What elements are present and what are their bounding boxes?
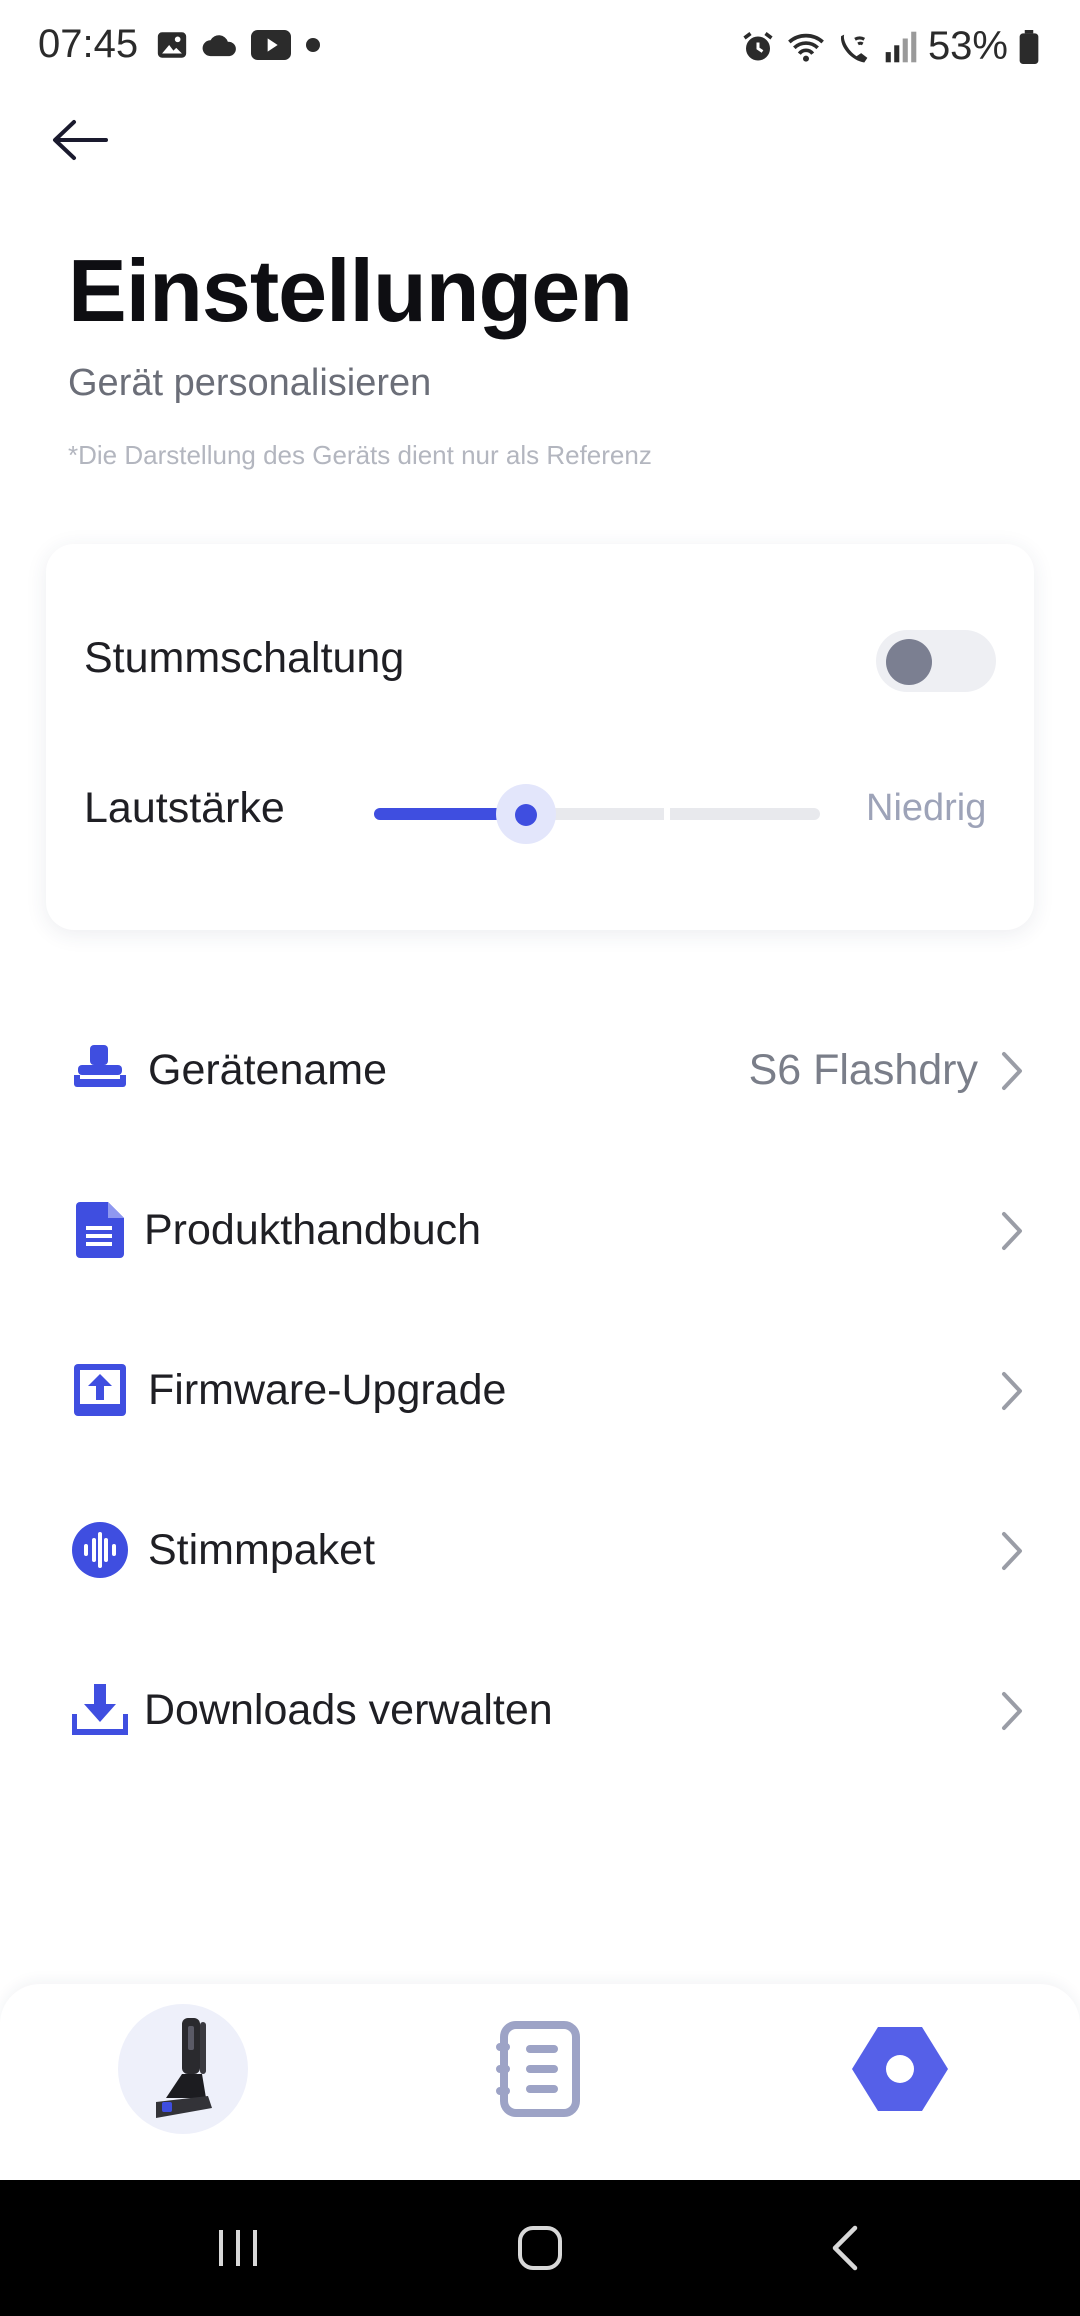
wifi-icon [788, 33, 824, 62]
system-nav-bar [0, 2180, 1080, 2316]
page-subtitle: Gerät personalisieren [68, 362, 432, 404]
vacuum-device-icon [156, 2018, 212, 2118]
mute-toggle[interactable] [876, 630, 996, 692]
nav-settings[interactable] [835, 2004, 965, 2134]
settings-menu: Gerätename S6 Flashdry Produkthandbuch F… [0, 990, 1080, 1790]
bottom-nav [0, 1984, 1080, 2180]
battery-icon [1019, 29, 1039, 64]
slider-step-divider [664, 806, 670, 822]
nav-device[interactable] [118, 2004, 248, 2134]
volume-slider[interactable] [374, 784, 820, 844]
back-button[interactable] [40, 100, 120, 180]
sound-settings-card: Stummschaltung Lautstärke Niedrig [46, 544, 1034, 930]
youtube-icon [251, 30, 291, 60]
page-title: Einstellungen [68, 241, 633, 340]
vacuum-device-icon [74, 1045, 126, 1087]
status-time: 07:45 [38, 22, 139, 66]
menu-item-manage-downloads[interactable]: Downloads verwalten [0, 1630, 1080, 1790]
volume-label: Lautstärke [84, 784, 285, 832]
toggle-knob [886, 639, 932, 685]
chevron-right-icon [1002, 1212, 1022, 1250]
chevron-right-icon [1002, 1692, 1022, 1730]
notebook-icon [496, 2021, 580, 2117]
document-icon [76, 1202, 124, 1258]
signal-icon [885, 31, 917, 62]
image-icon [157, 32, 187, 58]
upload-icon [74, 1364, 126, 1416]
menu-label: Stimmpaket [148, 1526, 376, 1574]
wifi-calling-icon [840, 34, 868, 62]
menu-item-firmware-upgrade[interactable]: Firmware-Upgrade [0, 1310, 1080, 1470]
mute-label: Stummschaltung [84, 634, 405, 682]
chevron-right-icon [1002, 1372, 1022, 1410]
nav-tasks[interactable] [475, 2004, 605, 2134]
chevron-right-icon [1002, 1532, 1022, 1570]
menu-label: Produkthandbuch [144, 1206, 482, 1254]
status-bar: 07:45 53% [0, 0, 1080, 96]
settings-hexagon-icon [852, 2027, 948, 2111]
home-icon [518, 2226, 562, 2270]
menu-label: Downloads verwalten [144, 1686, 553, 1734]
status-left-icons [155, 28, 323, 62]
menu-item-voice-pack[interactable]: Stimmpaket [0, 1470, 1080, 1630]
volume-value: Niedrig [866, 787, 987, 829]
arrow-left-icon [53, 120, 108, 160]
menu-label: Firmware-Upgrade [148, 1366, 507, 1414]
menu-item-product-manual[interactable]: Produkthandbuch [0, 1150, 1080, 1310]
home-button[interactable] [495, 2210, 585, 2286]
system-back-button[interactable] [800, 2210, 890, 2286]
download-icon [72, 1684, 128, 1735]
dot-icon [306, 38, 320, 52]
slider-thumb[interactable] [515, 804, 537, 826]
status-right-icons: 53% [740, 24, 1040, 69]
reference-note: *Die Darstellung des Geräts dient nur al… [68, 440, 652, 470]
back-icon [832, 2225, 858, 2271]
menu-label: Gerätename [148, 1046, 388, 1094]
chevron-right-icon [1002, 1052, 1022, 1090]
cloud-icon [202, 35, 236, 57]
voice-wave-icon [72, 1522, 128, 1578]
alarm-icon [743, 31, 773, 60]
recent-apps-icon [219, 2230, 257, 2266]
menu-value: S6 Flashdry [748, 1046, 978, 1094]
menu-item-device-name[interactable]: Gerätename S6 Flashdry [0, 990, 1080, 1150]
battery-percent: 53% [927, 24, 1008, 68]
recent-apps-button[interactable] [193, 2210, 283, 2286]
